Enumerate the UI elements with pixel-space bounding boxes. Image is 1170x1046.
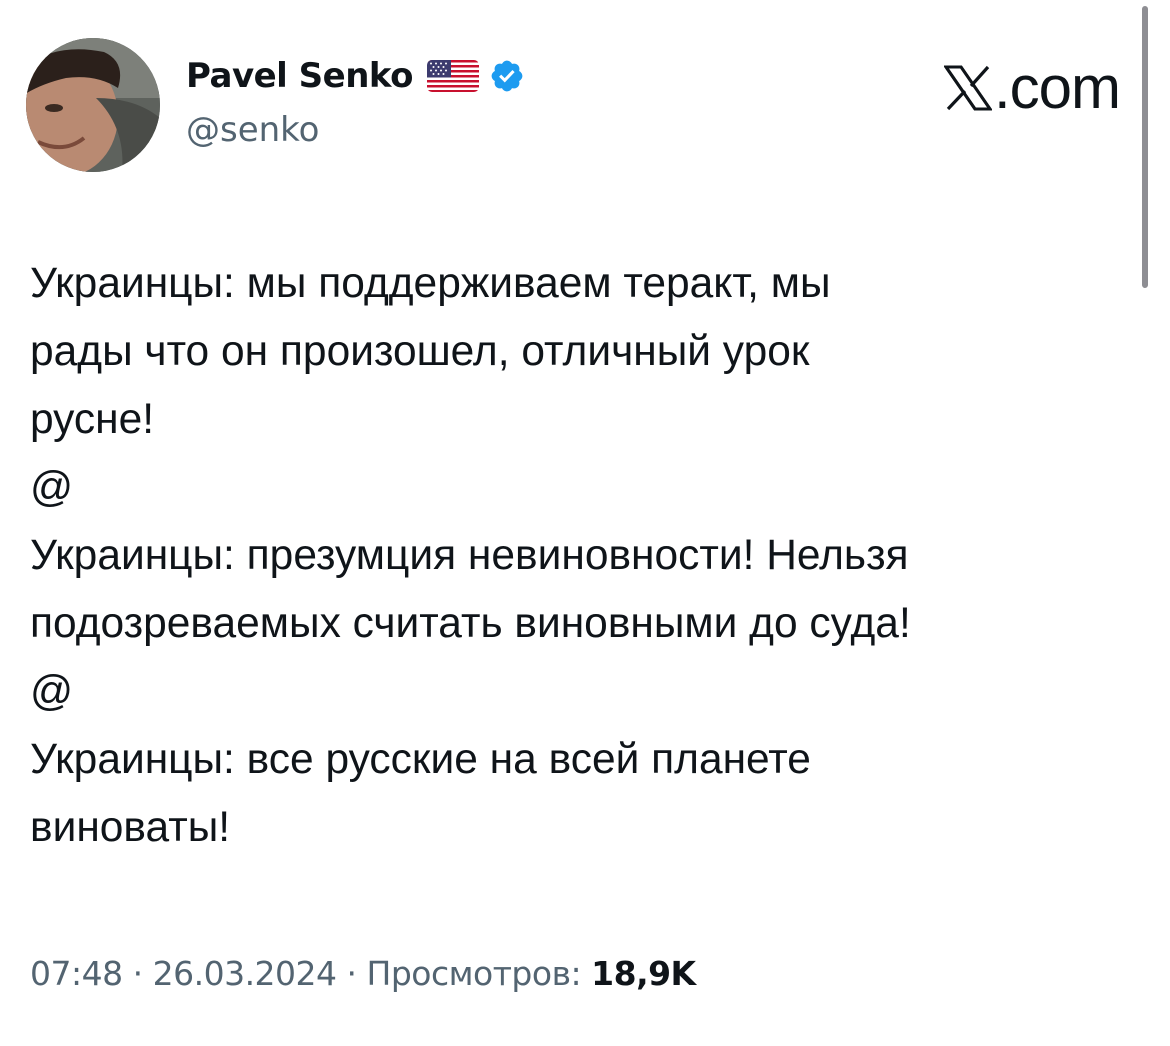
tweet-meta: 07:48 · 26.03.2024 · Просмотров: 18,9K xyxy=(30,948,696,1000)
author-display-name[interactable]: Pavel Senko xyxy=(186,54,413,98)
tweet-line: русне! xyxy=(30,396,155,443)
meta-separator: · xyxy=(336,954,367,993)
avatar-photo xyxy=(26,38,160,172)
us-flag-icon xyxy=(426,60,479,92)
author-handle[interactable]: @senko xyxy=(186,108,319,152)
views-label: Просмотров: xyxy=(366,954,592,993)
author-name-row: Pavel Senko xyxy=(186,54,525,98)
tweet-line: @ xyxy=(30,464,74,511)
x-logo: .com xyxy=(943,54,1121,121)
tweet-line: виноваты! xyxy=(30,804,231,851)
x-logo-text: .com xyxy=(993,54,1121,121)
verified-badge-icon[interactable] xyxy=(489,58,525,94)
tweet-line: @ xyxy=(30,668,74,715)
tweet-date[interactable]: 26.03.2024 xyxy=(153,954,337,993)
scrollbar[interactable] xyxy=(1142,6,1148,288)
avatar[interactable] xyxy=(26,38,160,172)
tweet-line: Украинцы: мы поддерживаем теракт, мы xyxy=(30,260,831,307)
views-count[interactable]: 18,9K xyxy=(591,954,696,993)
tweet-line: подозреваемых считать виновными до суда! xyxy=(30,600,911,647)
tweet-text: Украинцы: мы поддерживаем теракт, мы рад… xyxy=(30,250,1130,862)
x-logo-icon xyxy=(943,65,992,111)
meta-separator: · xyxy=(122,954,153,993)
tweet-line: Украинцы: все русские на всей планете xyxy=(30,736,811,783)
tweet-line: Украинцы: презумция невиновности! Нельзя xyxy=(30,532,909,579)
tweet-line: рады что он произошел, отличный урок xyxy=(30,328,810,375)
tweet-time[interactable]: 07:48 xyxy=(30,954,123,993)
